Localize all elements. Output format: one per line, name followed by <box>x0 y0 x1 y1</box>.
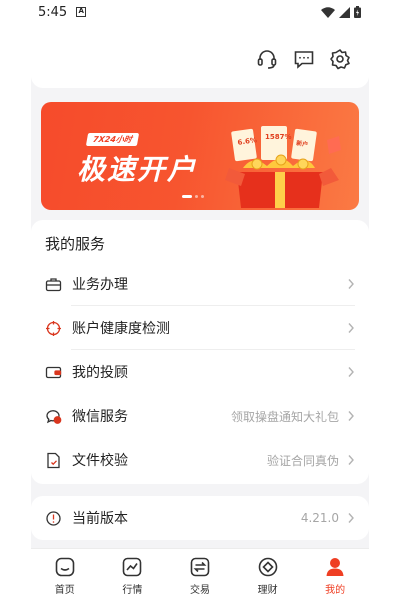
services-card: 我的服务 业务办理 账户健康度检测 我的投顾 微信服务 领取操盘通知大礼包 文件… <box>31 220 369 484</box>
promo-banner[interactable]: 7X24小时 极速开户 6.6% 1587% 新户 <box>41 102 359 210</box>
bottom-tab-bar: 首页 行情 交易 理财 我的 <box>31 548 369 600</box>
info-icon <box>45 510 62 527</box>
document-check-icon <box>45 452 62 469</box>
chevron-right-icon <box>348 455 354 465</box>
svg-text:1587%: 1587% <box>265 133 292 141</box>
wechat-icon <box>45 408 62 425</box>
tab-home[interactable]: 首页 <box>31 549 99 600</box>
wallet-icon <box>45 364 62 381</box>
service-item-wechat[interactable]: 微信服务 领取操盘通知大礼包 <box>45 394 355 438</box>
service-item-business[interactable]: 业务办理 <box>45 262 355 306</box>
tab-label: 交易 <box>189 585 210 596</box>
service-label: 业务办理 <box>72 277 128 293</box>
chevron-right-icon <box>348 279 354 289</box>
pagination-dot <box>195 195 198 198</box>
tab-mine[interactable]: 我的 <box>301 549 369 600</box>
version-label: 当前版本 <box>72 511 128 527</box>
banner-pagination <box>182 195 204 198</box>
service-label: 微信服务 <box>72 409 128 425</box>
svg-text:新户: 新户 <box>296 139 309 149</box>
settings-icon[interactable] <box>329 48 351 70</box>
headset-icon[interactable] <box>256 48 278 70</box>
tab-label: 行情 <box>122 585 143 596</box>
profile-icon <box>326 558 344 576</box>
service-label: 文件校验 <box>72 453 128 469</box>
exchange-icon <box>190 557 210 577</box>
chart-icon <box>123 557 142 577</box>
app-screen: 5:45 A 7X24小时 极速开户 6.6% 1587% 新户 我的服务 业务… <box>31 0 369 600</box>
services-title: 我的服务 <box>45 235 106 253</box>
version-value: 4.21.0 <box>300 511 339 525</box>
version-item: 当前版本 4.21.0 <box>45 496 355 540</box>
chevron-right-icon <box>348 513 354 523</box>
briefcase-icon <box>45 276 62 293</box>
notification-a-icon: A <box>76 7 87 17</box>
chevron-right-icon <box>348 411 354 421</box>
service-item-file-verify[interactable]: 文件校验 验证合同真伪 <box>45 438 355 482</box>
status-bar: 5:45 A <box>31 0 369 24</box>
service-label: 账户健康度检测 <box>72 321 170 337</box>
top-bar <box>31 24 369 88</box>
home-icon <box>55 557 75 577</box>
service-item-advisor[interactable]: 我的投顾 <box>45 350 355 394</box>
chevron-right-icon <box>348 323 354 333</box>
pagination-dot <box>201 195 204 198</box>
status-time: 5:45 <box>38 4 68 20</box>
wifi-icon <box>321 6 335 18</box>
battery-icon <box>354 6 361 18</box>
chevron-right-icon <box>348 367 354 377</box>
tab-label: 首页 <box>54 585 75 596</box>
pagination-dot-active <box>182 195 192 198</box>
tab-market[interactable]: 行情 <box>99 549 167 600</box>
banner-tag: 7X24小时 <box>85 133 140 146</box>
finance-icon <box>258 557 277 577</box>
signal-icon <box>339 6 350 18</box>
tab-label: 我的 <box>325 585 346 596</box>
tab-trade[interactable]: 交易 <box>166 549 234 600</box>
message-icon[interactable] <box>293 48 315 70</box>
version-row[interactable]: 当前版本 4.21.0 <box>31 496 369 540</box>
tab-label: 理财 <box>257 585 278 596</box>
banner-title: 极速开户 <box>77 153 198 186</box>
service-item-health-check[interactable]: 账户健康度检测 <box>45 306 355 350</box>
service-hint: 验证合同真伪 <box>266 453 339 468</box>
tab-finance[interactable]: 理财 <box>234 549 302 600</box>
target-icon <box>45 320 62 337</box>
service-label: 我的投顾 <box>72 365 128 381</box>
gift-box-illustration: 6.6% 1587% 新户 <box>225 126 341 208</box>
service-hint: 领取操盘通知大礼包 <box>230 409 339 424</box>
